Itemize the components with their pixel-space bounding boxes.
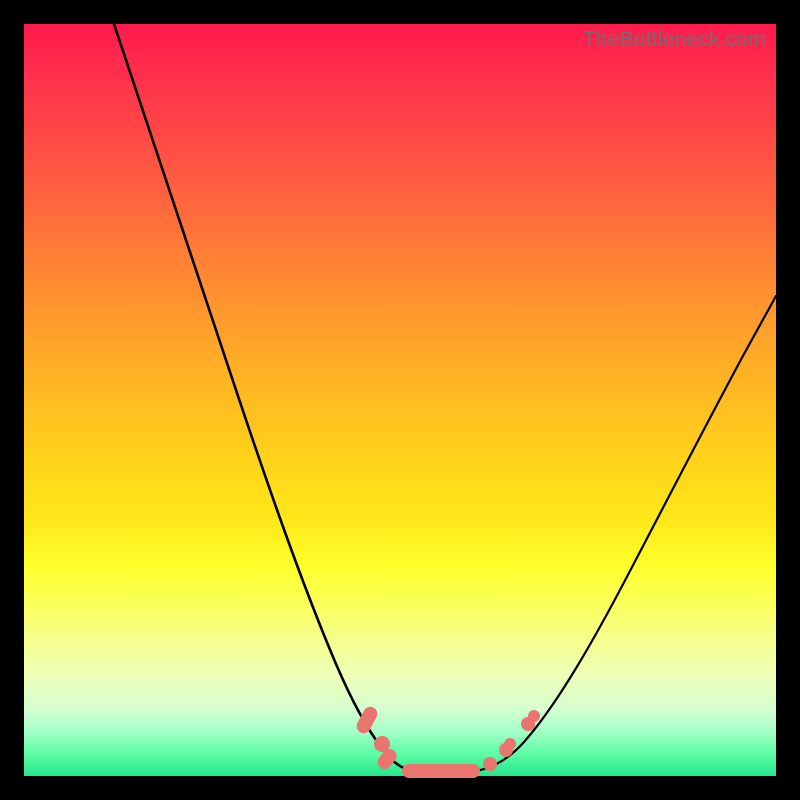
chart-frame: TheBottleneck.com (0, 0, 800, 800)
plot-area: TheBottleneck.com (24, 24, 776, 776)
right-curve (476, 296, 776, 771)
marker-dot (483, 757, 497, 771)
marker-dot (504, 738, 516, 750)
marker-dot (528, 710, 540, 722)
left-curve (114, 24, 414, 771)
marker-bottom-bar (402, 764, 480, 778)
chart-svg (24, 24, 776, 776)
